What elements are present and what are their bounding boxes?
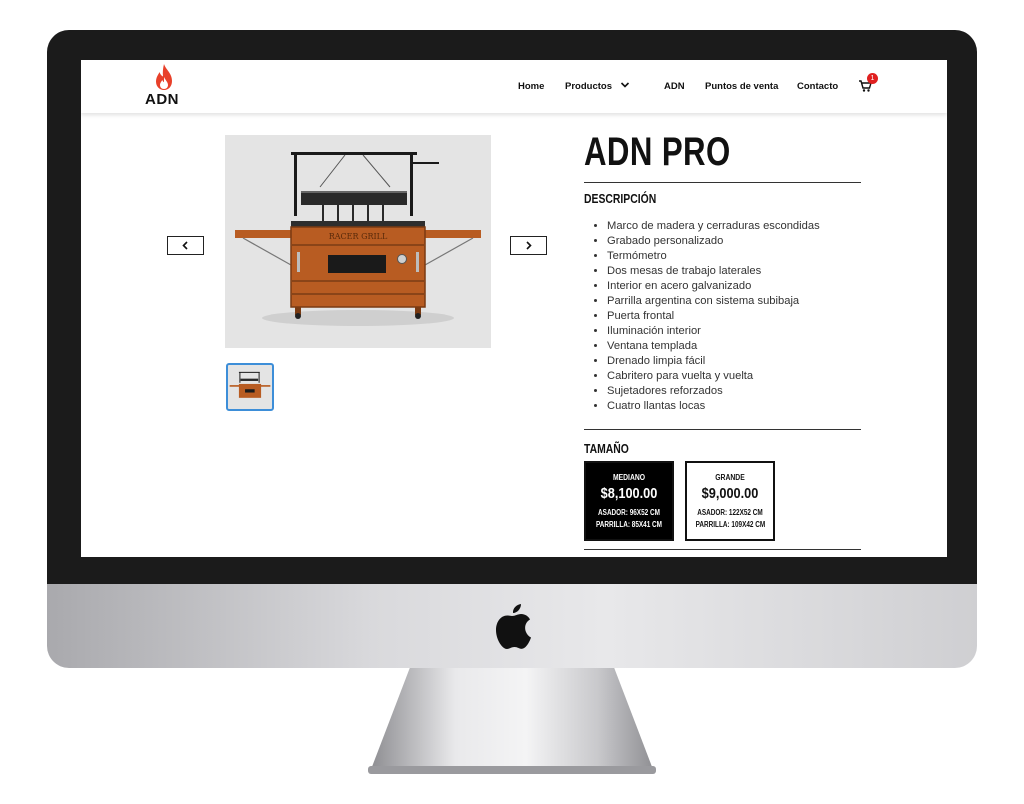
list-item: Ventana templada [607, 339, 820, 354]
nav-puntos-de-venta[interactable]: Puntos de venta [705, 81, 778, 92]
product-title: ADN PRO [584, 130, 731, 174]
description-heading: DESCRIPCIÓN [584, 191, 657, 206]
grill-illustration: RACER GRILL [235, 152, 481, 326]
site-logo[interactable]: ADN [143, 64, 187, 110]
grill-engraving: RACER GRILL [329, 232, 388, 241]
size-heading: TAMAÑO [584, 441, 629, 456]
title-divider [584, 182, 861, 183]
apple-logo-icon [496, 604, 531, 649]
site-header: ADN Home Productos ADN Puntos de venta C… [81, 60, 947, 113]
size-option-mediano[interactable]: MEDIANO $8,100.00 ASADOR: 96X52 CM PARRI… [584, 461, 674, 541]
chevron-left-icon [182, 241, 188, 250]
size-parrilla-spec: PARRILLA: 85X41 CM [595, 520, 663, 529]
list-item: Puerta frontal [607, 309, 820, 324]
size-name: MEDIANO [612, 473, 646, 482]
size-asador-spec: ASADOR: 122X52 CM [697, 508, 763, 517]
product-thumbnail[interactable] [226, 363, 274, 411]
size-parrilla-spec: PARRILLA: 109X42 CM [695, 520, 766, 529]
monitor-stand [370, 668, 654, 772]
list-item: Interior en acero galvanizado [607, 279, 820, 294]
chevron-right-icon [526, 241, 532, 250]
prev-image-button[interactable] [167, 236, 204, 255]
product-main-image: RACER GRILL [225, 135, 491, 348]
flame-icon [156, 64, 172, 90]
list-item: Grabado personalizado [607, 234, 820, 249]
list-item: Dos mesas de trabajo laterales [607, 264, 820, 279]
feature-list: Marco de madera y cerraduras escondidas … [592, 219, 820, 414]
logo-text: ADN [145, 91, 179, 108]
nav-contacto[interactable]: Contacto [797, 81, 838, 92]
chevron-down-icon[interactable] [620, 80, 630, 90]
size-price: $9,000.00 [701, 485, 759, 502]
nav-home[interactable]: Home [518, 81, 544, 92]
size-price: $8,100.00 [600, 485, 658, 502]
grill-thumbnail-illustration [229, 371, 271, 398]
size-asador-spec: ASADOR: 96X52 CM [598, 508, 660, 517]
nav-adn[interactable]: ADN [664, 81, 685, 92]
nav-productos[interactable]: Productos [565, 81, 612, 92]
list-item: Iluminación interior [607, 324, 820, 339]
list-item: Sujetadores reforzados [607, 384, 820, 399]
next-image-button[interactable] [510, 236, 547, 255]
list-item: Marco de madera y cerraduras escondidas [607, 219, 820, 234]
list-item: Drenado limpia fácil [607, 354, 820, 369]
size-option-grande[interactable]: GRANDE $9,000.00 ASADOR: 122X52 CM PARRI… [685, 461, 775, 541]
browser-viewport: ADN Home Productos ADN Puntos de venta C… [81, 60, 947, 557]
size-divider [584, 549, 861, 550]
list-item: Cabritero para vuelta y vuelta [607, 369, 820, 384]
cart-count-badge: 1 [867, 73, 878, 84]
size-name: GRANDE [715, 473, 745, 482]
list-item: Cuatro llantas locas [607, 399, 820, 414]
features-divider [584, 429, 861, 430]
list-item: Parrilla argentina con sistema subibaja [607, 294, 820, 309]
monitor-stand-base [368, 766, 656, 774]
list-item: Termómetro [607, 249, 820, 264]
